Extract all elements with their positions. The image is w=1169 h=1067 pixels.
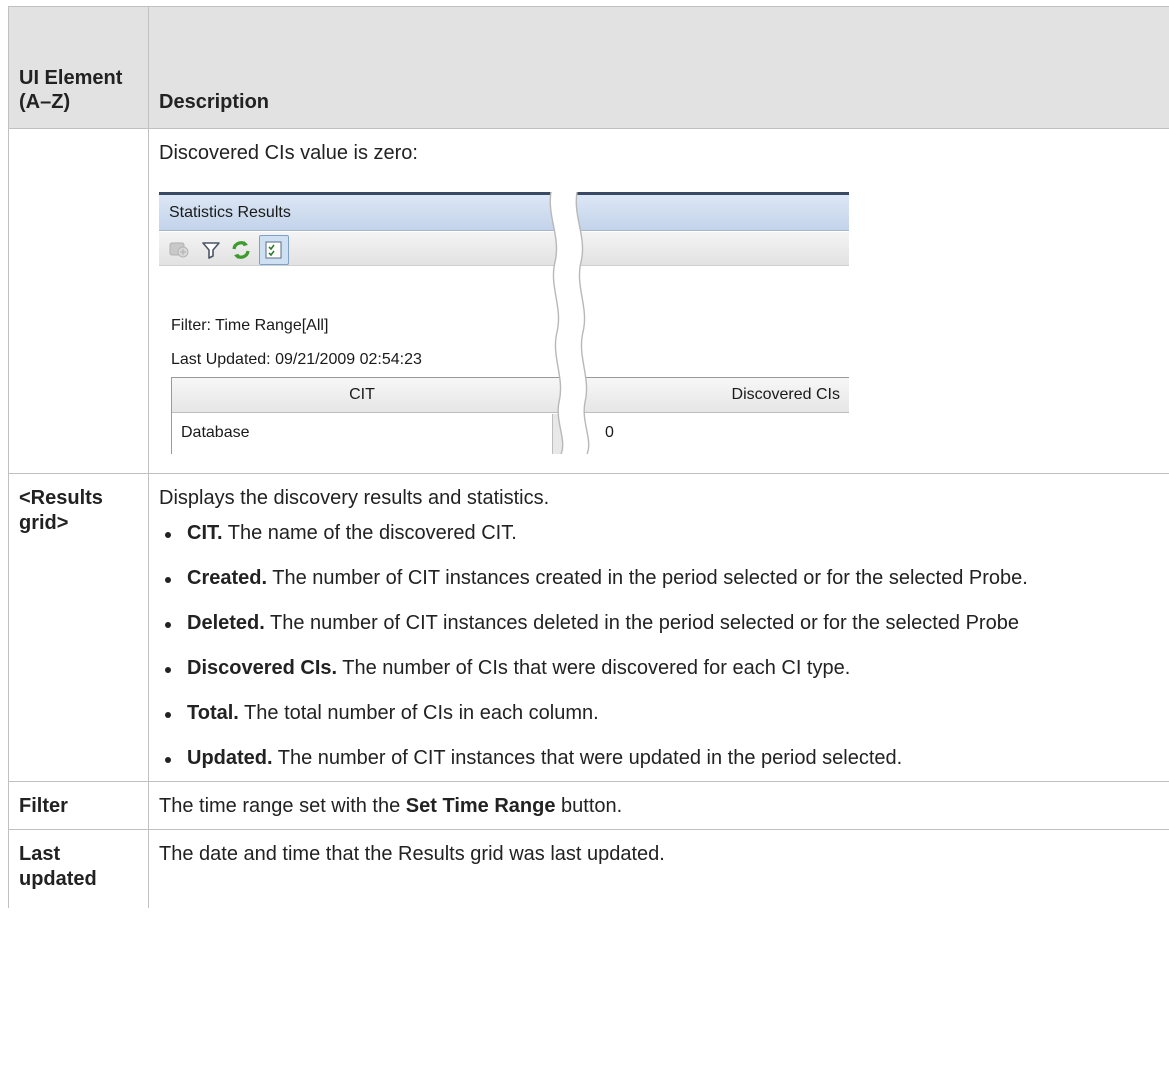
- row-description: Discovered CIs value is zero: Statistics…: [148, 128, 1169, 474]
- table-row: Filter The time range set with the Set T…: [8, 781, 1169, 830]
- row-description: The time range set with the Set Time Ran…: [148, 781, 1169, 830]
- row-description: Displays the discovery results and stati…: [148, 473, 1169, 782]
- bullet-text: The number of CIT instances created in t…: [267, 567, 1028, 589]
- description-text: The time range set with the: [159, 795, 406, 817]
- bullet-text: The number of CIT instances deleted in t…: [264, 612, 1019, 634]
- bullet-term: Updated.: [187, 747, 273, 769]
- ui-elements-table: UI Element (A–Z) Description Discovered …: [8, 6, 1169, 908]
- bullet-list: CIT. The name of the discovered CIT. Cre…: [159, 521, 1159, 771]
- row-term: Last updated: [8, 829, 149, 908]
- table-row: Last updated The date and time that the …: [8, 829, 1169, 908]
- table-row: <Results grid> Displays the discovery re…: [8, 473, 1169, 782]
- list-item: Total. The total number of CIs in each c…: [159, 701, 1159, 726]
- bullet-text: The number of CIs that were discovered f…: [337, 657, 851, 679]
- list-item: Deleted. The number of CIT instances del…: [159, 611, 1159, 636]
- list-item: Created. The number of CIT instances cre…: [159, 566, 1159, 591]
- bullet-term: CIT.: [187, 522, 223, 544]
- description-text: button.: [555, 795, 623, 817]
- header-ui-element: UI Element (A–Z): [8, 6, 149, 129]
- list-item: Discovered CIs. The number of CIs that w…: [159, 656, 1159, 681]
- bullet-term: Total.: [187, 702, 239, 724]
- bullet-text: The name of the discovered CIT.: [222, 522, 517, 544]
- bullet-text: The number of CIT instances that were up…: [272, 747, 903, 769]
- list-item: CIT. The name of the discovered CIT.: [159, 521, 1159, 546]
- statistics-results-screenshot: Statistics Results Filter: Time Range[Al…: [159, 192, 849, 454]
- list-item: Updated. The number of CIT instances tha…: [159, 746, 1159, 771]
- description-bold: Set Time Range: [405, 795, 556, 817]
- bullet-text: The total number of CIs in each column.: [238, 702, 599, 724]
- row-description: The date and time that the Results grid …: [148, 829, 1169, 908]
- row-term: <Results grid>: [8, 473, 149, 782]
- table-row: Discovered CIs value is zero: Statistics…: [8, 128, 1169, 474]
- row-term: [8, 128, 149, 474]
- header-description: Description: [148, 6, 1169, 129]
- description-text: Discovered CIs value is zero:: [159, 142, 418, 164]
- bullet-term: Deleted.: [187, 612, 265, 634]
- torn-edge-graphic: [549, 192, 590, 454]
- table-header-row: UI Element (A–Z) Description: [8, 6, 1169, 129]
- bullet-term: Created.: [187, 567, 268, 589]
- row-term: Filter: [8, 781, 149, 830]
- bullet-term: Discovered CIs.: [187, 657, 338, 679]
- description-text: Displays the discovery results and stati…: [159, 487, 550, 509]
- description-text: The date and time that the Results grid …: [159, 843, 665, 865]
